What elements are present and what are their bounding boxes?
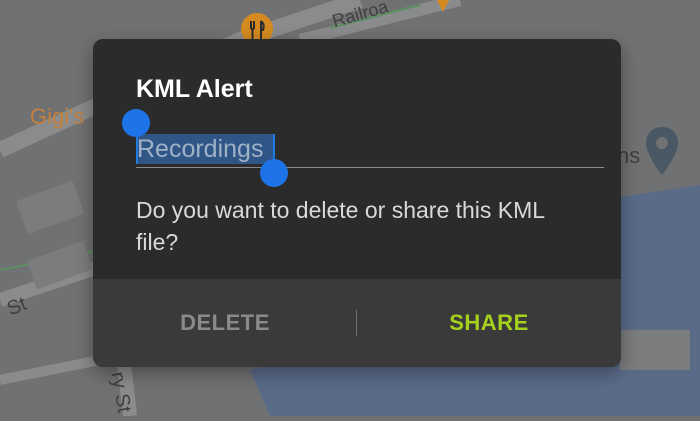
orange-marker-icon: [435, 0, 451, 19]
dialog-title: KML Alert: [136, 75, 253, 103]
share-button[interactable]: SHARE: [357, 279, 621, 367]
selection-end-handle-icon[interactable]: [260, 159, 288, 187]
map-label-gigis: Gigi's: [30, 104, 85, 129]
kml-alert-dialog: KML Alert Recordings Do you want to dele…: [93, 39, 621, 367]
selection-start-handle-icon[interactable]: [122, 109, 150, 137]
selection-start-caret: [136, 134, 138, 164]
filename-input[interactable]: Recordings: [137, 135, 263, 164]
dialog-message: Do you want to delete or share this KML …: [136, 197, 545, 255]
location-pin-icon[interactable]: [643, 125, 681, 182]
filename-field[interactable]: Recordings: [122, 109, 604, 187]
dialog-actions: DELETE SHARE: [93, 279, 621, 367]
delete-button[interactable]: DELETE: [93, 279, 357, 367]
